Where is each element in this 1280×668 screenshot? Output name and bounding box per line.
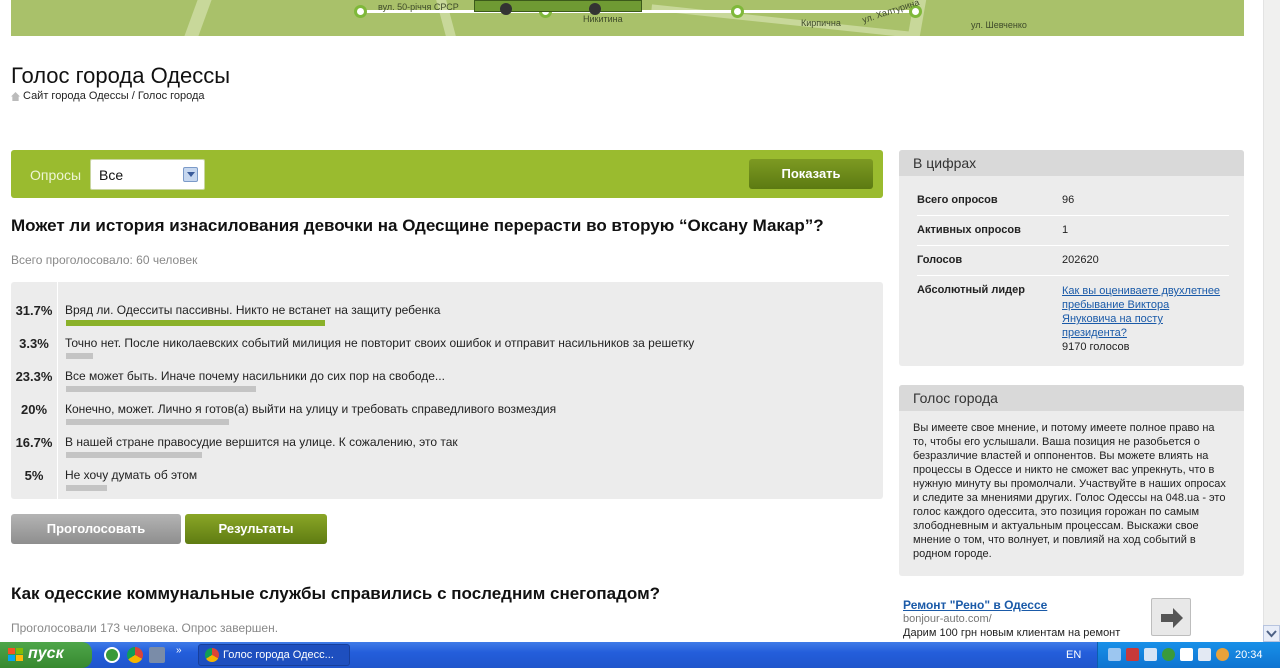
result-bar [66,485,107,491]
result-label: Не хочу думать об этом [65,468,198,482]
show-button[interactable]: Показать [749,159,873,189]
chrome-icon [205,648,219,662]
start-button[interactable]: пуск [0,642,92,668]
about-text: Вы имеете свое мнение, и потому имеете п… [913,422,1226,560]
poll-question-2[interactable]: Как одесские коммунальные службы справил… [11,584,660,604]
select-value: Все [99,167,124,183]
breadcrumb: Сайт города Одессы / Голос города [11,90,205,102]
stats-box: В цифрах Всего опросов 96 Активных опрос… [899,150,1244,366]
language-indicator[interactable]: EN [1066,649,1081,661]
vote-button[interactable]: Проголосовать [11,514,181,544]
home-icon [11,91,20,101]
poll-question: Может ли история изнасилования девочки н… [11,216,824,235]
street-label: ул. Шевченко [971,20,1027,30]
cube-app-icon[interactable] [149,647,165,663]
page-title: Голос города Одессы [11,63,231,88]
result-row: 20% Конечно, может. Лично я готов(а) вый… [11,388,883,425]
stat-key: Голосов [917,254,963,266]
street-label: Кирпична [801,18,841,28]
update-icon[interactable] [1216,648,1229,661]
route-stop[interactable] [731,5,744,18]
poll-status-2: Проголосовали 173 человека. Опрос заверш… [11,621,279,635]
breadcrumb-link[interactable]: Сайт города Одессы / Голос города [23,90,205,102]
stat-value: 202620 [1062,254,1099,266]
stat-row: Активных опросов 1 [917,216,1229,246]
about-box: Голос города Вы имеете свое мнение, и по… [899,385,1244,576]
result-row: 31.7% Вряд ли. Одесситы пассивны. Никто … [11,289,883,326]
stat-row-leader: Абсолютный лидер Как вы оцениваете двухл… [917,276,1229,353]
street-label: вул. 50-річчя СРСР [378,2,459,12]
results-button[interactable]: Результаты [185,514,327,544]
stat-value: 1 [1062,224,1069,236]
chevron-down-icon[interactable] [183,167,198,182]
ad-url: bonjour-auto.com/ [903,613,992,625]
result-row: 16.7% В нашей стране правосудие вершится… [11,421,883,458]
bluetooth-icon[interactable] [1180,648,1193,661]
page: вул. 50-річчя СРСР Никитина Кирпична ул.… [0,0,1280,668]
taskbar: пуск » Голос города Одесс... EN 20:34 [0,642,1280,668]
stat-leader: Как вы оцениваете двухлетнее пребывание … [1062,284,1222,354]
window-title: Голос города Одесс... [223,649,334,661]
filter-label: Опросы [30,167,82,183]
start-label: пуск [28,645,64,662]
leader-poll-link[interactable]: Как вы оцениваете двухлетнее пребывание … [1062,284,1222,340]
result-label: Вряд ли. Одесситы пассивны. Никто не вст… [65,303,441,317]
stats-table: Всего опросов 96 Активных опросов 1 Голо… [917,186,1229,353]
poll-filter-bar: Опросы Все Показать [11,150,883,198]
quicklaunch-more-icon[interactable]: » [176,645,186,656]
chrome-icon[interactable] [127,647,143,663]
result-row: 5% Не хочу думать об этом [11,454,883,491]
route-stop[interactable] [354,5,367,18]
result-label: В нашей стране правосудие вершится на ул… [65,435,458,449]
result-percent: 5% [24,468,44,483]
stat-value: 96 [1062,194,1075,206]
ad-title-link[interactable]: Ремонт "Рено" в Одессе [903,598,1047,612]
total-votes: Всего проголосовало: 60 человек [11,253,198,267]
ad-text: Дарим 100 грн новым клиентам на ремонт [903,627,1121,639]
vertical-scrollbar[interactable] [1263,0,1280,642]
street-label: Никитина [583,14,623,24]
leader-votes: 9170 голосов [1062,341,1130,353]
about-title: Голос города [899,385,1244,411]
network-icon[interactable] [1108,648,1121,661]
utorrent-tray-icon[interactable] [1162,648,1175,661]
result-row: 23.3% Все может быть. Иначе почему насил… [11,355,883,392]
security-icon[interactable] [1126,648,1139,661]
result-label: Все может быть. Иначе почему насильники … [65,369,445,383]
utorrent-icon[interactable] [104,647,120,663]
stat-row: Голосов 202620 [917,246,1229,276]
tram-wheel-icon [500,3,512,15]
volume-icon[interactable] [1198,648,1211,661]
result-percent: 20% [20,402,48,417]
arrow-right-icon[interactable] [1151,598,1191,636]
poll-filter-select[interactable]: Все [90,159,205,190]
stat-row: Всего опросов 96 [917,186,1229,216]
clock: 20:34 [1235,649,1263,661]
stat-key: Всего опросов [917,194,998,206]
result-row: 3.3% Точно нет. После николаевских событ… [11,322,883,359]
result-percent: 16.7% [15,435,53,450]
windows-logo-icon [8,648,23,661]
display-icon[interactable] [1144,648,1157,661]
poll-results: 31.7% Вряд ли. Одесситы пассивны. Никто … [11,282,883,499]
taskbar-window-button[interactable]: Голос города Одесс... [198,644,350,666]
result-percent: 3.3% [19,336,49,351]
result-label: Конечно, может. Лично я готов(а) выйти н… [65,402,557,416]
result-percent: 23.3% [15,369,53,384]
scroll-down-icon[interactable] [1263,625,1280,642]
stats-title: В цифрах [899,150,1244,176]
stat-key: Абсолютный лидер [917,284,1025,296]
stat-key: Активных опросов [917,224,1021,236]
result-label: Точно нет. После николаевских событий ми… [65,336,695,350]
route-map-banner[interactable]: вул. 50-річчя СРСР Никитина Кирпична ул.… [11,0,1244,36]
result-percent: 31.7% [15,303,53,318]
